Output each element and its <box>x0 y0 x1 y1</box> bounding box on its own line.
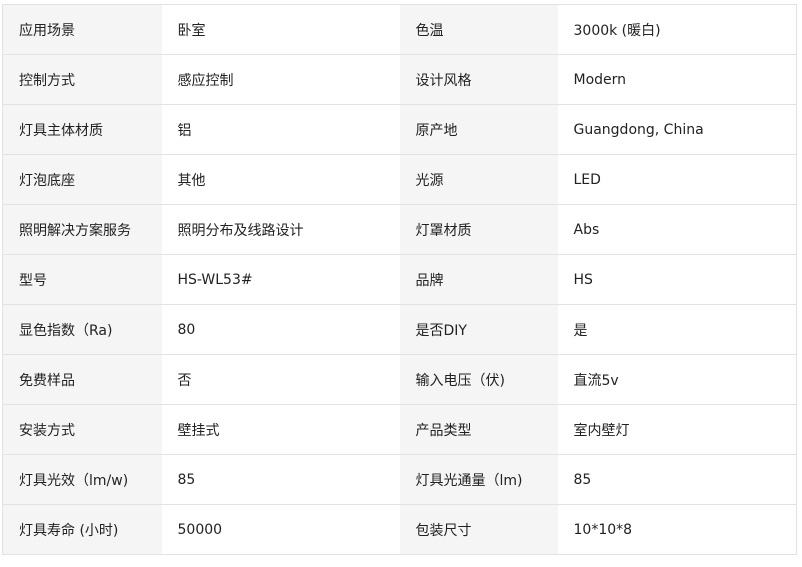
table-row: 灯具寿命 (小时) 50000 包装尺寸 10*10*8 <box>2 504 797 555</box>
spec-value: 否 <box>161 354 400 405</box>
spec-value: Guangdong, China <box>557 104 797 155</box>
spec-label: 免费样品 <box>2 354 162 405</box>
spec-label: 灯泡底座 <box>2 154 162 205</box>
spec-value: 室内壁灯 <box>557 404 797 455</box>
spec-label: 原产地 <box>399 104 558 155</box>
spec-label: 应用场景 <box>2 4 162 55</box>
product-spec-table: 应用场景 卧室 色温 3000k (暖白) 控制方式 感应控制 设计风格 Mod… <box>2 4 797 555</box>
spec-value: Modern <box>557 54 797 105</box>
spec-label: 型号 <box>2 254 162 305</box>
table-row: 照明解决方案服务 照明分布及线路设计 灯罩材质 Abs <box>2 204 797 255</box>
spec-label: 产品类型 <box>399 404 558 455</box>
spec-value: 80 <box>161 304 400 355</box>
spec-label: 安装方式 <box>2 404 162 455</box>
spec-label: 品牌 <box>399 254 558 305</box>
spec-label: 色温 <box>399 4 558 55</box>
spec-label: 灯具光通量（lm) <box>399 454 558 505</box>
spec-label: 灯具光效（lm/w) <box>2 454 162 505</box>
spec-value: 85 <box>557 454 797 505</box>
spec-value: 3000k (暖白) <box>557 4 797 55</box>
spec-value: 感应控制 <box>161 54 400 105</box>
spec-value: LED <box>557 154 797 205</box>
spec-label: 光源 <box>399 154 558 205</box>
spec-value: 壁挂式 <box>161 404 400 455</box>
spec-label: 控制方式 <box>2 54 162 105</box>
spec-label: 灯具寿命 (小时) <box>2 504 162 555</box>
spec-label: 是否DIY <box>399 304 558 355</box>
spec-label: 灯罩材质 <box>399 204 558 255</box>
spec-value: 是 <box>557 304 797 355</box>
spec-value: 照明分布及线路设计 <box>161 204 400 255</box>
spec-value: 50000 <box>161 504 400 555</box>
spec-value: HS-WL53# <box>161 254 400 305</box>
spec-value: 卧室 <box>161 4 400 55</box>
spec-label: 设计风格 <box>399 54 558 105</box>
table-row: 控制方式 感应控制 设计风格 Modern <box>2 54 797 105</box>
spec-value: 铝 <box>161 104 400 155</box>
table-row: 灯泡底座 其他 光源 LED <box>2 154 797 205</box>
table-row: 应用场景 卧室 色温 3000k (暖白) <box>2 4 797 55</box>
table-row: 灯具主体材质 铝 原产地 Guangdong, China <box>2 104 797 155</box>
spec-label: 照明解决方案服务 <box>2 204 162 255</box>
spec-value: 85 <box>161 454 400 505</box>
table-row: 灯具光效（lm/w) 85 灯具光通量（lm) 85 <box>2 454 797 505</box>
table-row: 免费样品 否 输入电压（伏) 直流5v <box>2 354 797 405</box>
spec-value: 直流5v <box>557 354 797 405</box>
spec-label: 显色指数（Ra) <box>2 304 162 355</box>
spec-value: 10*10*8 <box>557 504 797 555</box>
table-row: 型号 HS-WL53# 品牌 HS <box>2 254 797 305</box>
spec-label: 输入电压（伏) <box>399 354 558 405</box>
spec-label: 包装尺寸 <box>399 504 558 555</box>
spec-value: HS <box>557 254 797 305</box>
spec-value: Abs <box>557 204 797 255</box>
table-row: 显色指数（Ra) 80 是否DIY 是 <box>2 304 797 355</box>
spec-label: 灯具主体材质 <box>2 104 162 155</box>
spec-value: 其他 <box>161 154 400 205</box>
table-row: 安装方式 壁挂式 产品类型 室内壁灯 <box>2 404 797 455</box>
